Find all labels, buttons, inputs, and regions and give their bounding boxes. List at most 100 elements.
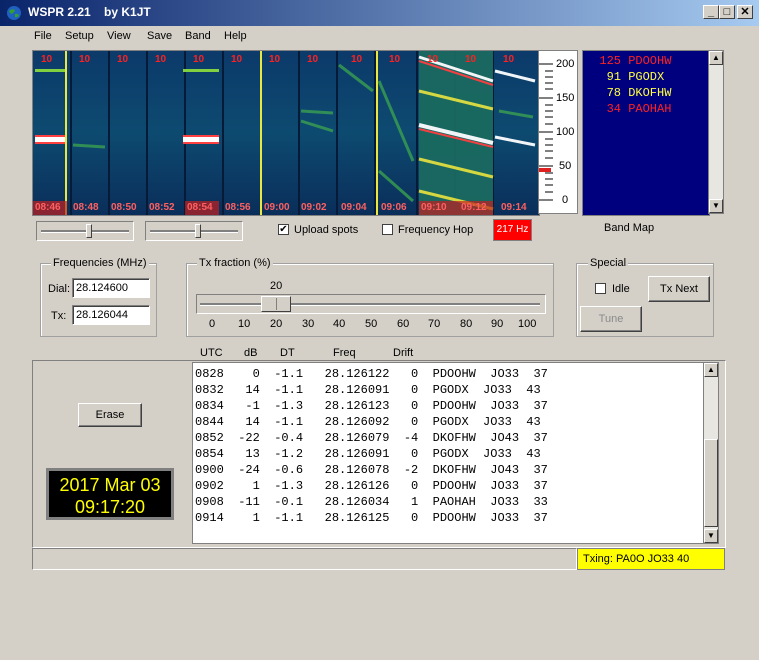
tx-fraction-tick: 70 xyxy=(428,318,441,330)
dial-frequency-input[interactable]: 28.124600 xyxy=(72,278,150,298)
decoded-list[interactable]: 0828 0 -1.1 28.126122 0 PDOOHW JO33 37 0… xyxy=(192,362,704,544)
wf-top-label: 10 xyxy=(351,54,363,65)
band-map-scrollbar[interactable]: ▲ ▼ xyxy=(708,50,724,214)
tx-fraction-tick: 30 xyxy=(302,318,315,330)
upload-spots-label: Upload spots xyxy=(294,224,359,236)
decode-row[interactable]: 0902 1 -1.3 28.126126 0 PDOOHW JO33 37 xyxy=(195,478,548,494)
decode-row[interactable]: 0914 1 -1.1 28.126125 0 PDOOHW JO33 37 xyxy=(195,510,548,526)
decode-row[interactable]: 0900 -24 -0.6 28.126078 -2 DKOFHW JO43 3… xyxy=(195,462,548,478)
tx-label: Tx: xyxy=(51,310,67,322)
tx-fraction-tick: 20 xyxy=(270,318,283,330)
band-map-entry: 125 PDOOHW xyxy=(599,54,672,68)
maximize-button[interactable]: □ xyxy=(719,5,735,19)
clock-display: 2017 Mar 03 09:17:20 xyxy=(46,468,174,520)
idle-label: Idle xyxy=(612,283,630,295)
wf-time-label: 09:10 xyxy=(421,202,447,213)
wf-top-label: 10 xyxy=(307,54,319,65)
scroll-up-icon[interactable]: ▲ xyxy=(704,363,718,377)
tx-fraction-tick: 100 xyxy=(518,318,537,330)
tx-fraction-tick: 0 xyxy=(209,318,216,330)
title-bar[interactable]: WSPR 2.21 by K1JT _ □ ✕ xyxy=(0,0,759,26)
erase-button[interactable]: Erase xyxy=(78,403,142,427)
tx-fraction-tick: 40 xyxy=(333,318,346,330)
slider-thumb[interactable] xyxy=(195,224,201,238)
wf-top-label: 10 xyxy=(427,54,439,65)
frequency-hop-checkbox[interactable] xyxy=(382,224,393,235)
tx-fraction-value: 20 xyxy=(270,280,283,292)
band-map-entry: 78 DKOFHW xyxy=(606,86,672,100)
wf-top-label: 10 xyxy=(231,54,243,65)
clock-time: 09:17:20 xyxy=(74,497,146,517)
special-title: Special xyxy=(588,257,629,269)
menu-view[interactable]: View xyxy=(107,30,131,42)
wf-top-label: 10 xyxy=(41,54,53,65)
wf-time-label: 09:02 xyxy=(301,202,327,213)
minimize-button[interactable]: _ xyxy=(703,5,719,19)
waterfall-graphic xyxy=(33,51,539,215)
decoded-list-scrollbar[interactable]: ▲ ▼ xyxy=(703,362,719,544)
wf-top-label: 10 xyxy=(503,54,515,65)
col-header-utc: UTC xyxy=(200,347,223,359)
menu-file[interactable]: File xyxy=(34,30,52,42)
wf-time-label: 08:48 xyxy=(73,202,99,213)
txing-status: Txing: PA0O JO33 40 xyxy=(577,548,725,570)
decode-row[interactable]: 0828 0 -1.1 28.126122 0 PDOOHW JO33 37 xyxy=(195,366,548,382)
tx-fraction-thumb[interactable] xyxy=(261,296,291,312)
decode-row[interactable]: 0852 -22 -0.4 28.126079 -4 DKOFHW JO43 3… xyxy=(195,430,548,446)
band-map-entry: 34 PAOHAH xyxy=(606,102,672,116)
slider-thumb[interactable] xyxy=(86,224,92,238)
dial-label: Dial: xyxy=(48,283,71,295)
scale-label: 100 xyxy=(556,126,575,138)
tx-next-button[interactable]: Tx Next xyxy=(648,276,710,302)
band-map-label: Band Map xyxy=(604,222,655,234)
col-header-drift: Drift xyxy=(393,347,414,359)
waterfall-display[interactable]: 10 10 10 10 10 10 10 10 10 10 10 10 10 0… xyxy=(32,50,540,216)
scale-label: 0 xyxy=(562,194,569,206)
decode-row[interactable]: 0844 14 -1.1 28.126092 0 PGODX JO33 43 xyxy=(195,414,541,430)
frequencies-title: Frequencies (MHz) xyxy=(51,257,149,269)
wf-top-label: 10 xyxy=(79,54,91,65)
frequency-hop-label: Frequency Hop xyxy=(398,224,474,236)
hz-offset-badge: 217 Hz xyxy=(493,219,532,241)
scroll-up-icon[interactable]: ▲ xyxy=(709,51,723,65)
wf-time-label: 09:06 xyxy=(381,202,407,213)
menu-setup[interactable]: Setup xyxy=(65,30,94,42)
idle-checkbox[interactable] xyxy=(595,283,606,294)
wf-time-label: 09:12 xyxy=(461,202,487,213)
app-globe-icon xyxy=(7,6,21,20)
menu-help[interactable]: Help xyxy=(224,30,247,42)
decode-row[interactable]: 0908 -11 -0.1 28.126034 1 PAOHAH JO33 33 xyxy=(195,494,548,510)
wf-top-label: 10 xyxy=(465,54,477,65)
scroll-down-icon[interactable]: ▼ xyxy=(709,199,723,213)
tx-fraction-slider[interactable] xyxy=(196,294,546,314)
scroll-down-icon[interactable]: ▼ xyxy=(704,529,718,543)
decode-row[interactable]: 0832 14 -1.1 28.126091 0 PGODX JO33 43 xyxy=(195,382,541,398)
wf-time-label: 08:52 xyxy=(149,202,175,213)
scroll-thumb[interactable] xyxy=(704,439,718,527)
wf-time-label: 09:00 xyxy=(264,202,290,213)
col-header-freq: Freq xyxy=(333,347,356,359)
frequencies-group xyxy=(40,263,157,337)
rx-level-slider[interactable] xyxy=(145,221,243,241)
menu-band[interactable]: Band xyxy=(185,30,211,42)
tx-fraction-title: Tx fraction (%) xyxy=(197,257,273,269)
rx-gain-slider[interactable] xyxy=(36,221,134,241)
band-map: 125 PDOOHW 91 PGODX 78 DKOFHW 34 PAOHAH xyxy=(582,50,710,216)
decode-row[interactable]: 0854 13 -1.2 28.126091 0 PGODX JO33 43 xyxy=(195,446,541,462)
window-title: WSPR 2.21 by K1JT xyxy=(28,5,151,19)
tune-button[interactable]: Tune xyxy=(580,306,642,332)
wf-time-label: 08:50 xyxy=(111,202,137,213)
wf-top-label: 10 xyxy=(155,54,167,65)
decode-row[interactable]: 0834 -1 -1.3 28.126123 0 PDOOHW JO33 37 xyxy=(195,398,548,414)
upload-spots-checkbox[interactable]: ✔ xyxy=(278,224,289,235)
menu-save[interactable]: Save xyxy=(147,30,172,42)
wf-time-label: 08:54 xyxy=(187,202,213,213)
wf-top-label: 10 xyxy=(193,54,205,65)
col-header-db: dB xyxy=(244,347,258,359)
col-header-dt: DT xyxy=(280,347,295,359)
wf-time-label: 09:04 xyxy=(341,202,367,213)
frequency-scale: 200 150 100 50 0 xyxy=(538,50,578,214)
tx-frequency-input[interactable]: 28.126044 xyxy=(72,305,150,325)
close-button[interactable]: ✕ xyxy=(737,5,753,19)
wf-top-label: 10 xyxy=(389,54,401,65)
